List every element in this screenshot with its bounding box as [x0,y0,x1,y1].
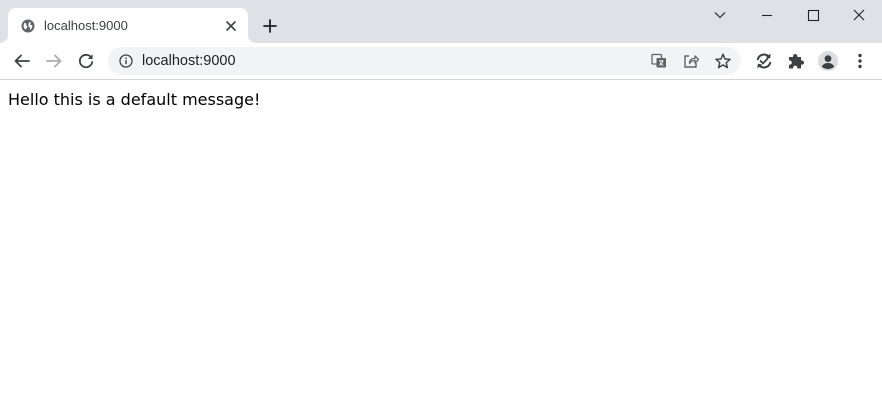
extensions-puzzle-icon[interactable] [784,49,808,73]
tab-strip: localhost:9000 [0,0,882,43]
site-info-icon[interactable] [118,53,134,69]
tab-close-icon[interactable] [222,17,240,35]
page-content: Hello this is a default message! [0,80,882,403]
tab-search-chevron-down-icon[interactable] [709,4,731,26]
tab-localhost[interactable]: localhost:9000 [8,8,248,43]
window-close-icon[interactable] [848,4,870,26]
kebab-menu-icon[interactable] [848,49,872,73]
new-tab-plus-icon[interactable] [259,15,281,37]
translate-icon[interactable]: G [649,51,669,71]
url-text[interactable]: localhost:9000 [142,53,236,69]
tab-title: localhost:9000 [44,18,128,33]
back-arrow-left-icon[interactable] [10,49,34,73]
sync-extension-icon[interactable] [752,49,776,73]
globe-icon [20,18,36,34]
browser-window: localhost:9000 localhost:9000 G Hello th… [0,0,882,403]
share-icon[interactable] [681,51,701,71]
maximize-icon[interactable] [802,4,824,26]
minimize-icon[interactable] [756,4,778,26]
toolbar: localhost:9000 G [0,43,882,80]
profile-avatar-icon[interactable] [816,49,840,73]
default-message: Hello this is a default message! [8,90,261,109]
bookmark-star-icon[interactable] [713,51,733,71]
address-bar[interactable]: localhost:9000 G [108,47,741,75]
reload-icon[interactable] [74,49,98,73]
forward-arrow-right-icon[interactable] [42,49,66,73]
